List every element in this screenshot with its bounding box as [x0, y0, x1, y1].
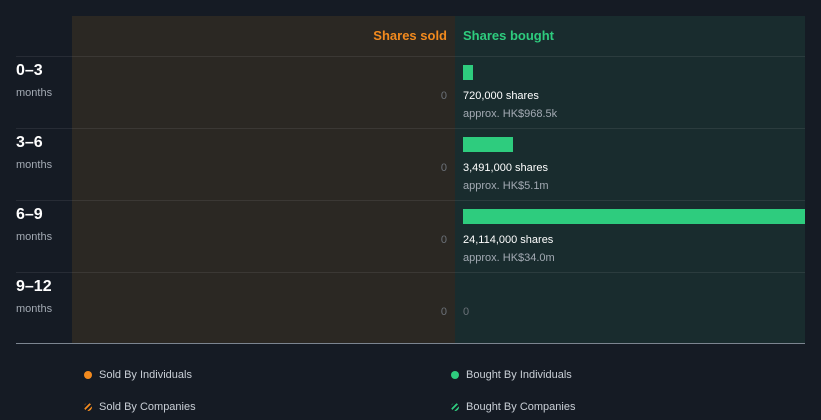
hatched-dot-icon	[451, 403, 459, 411]
legend-sold-by-individuals: Sold By Individuals	[84, 369, 192, 381]
period-row: 3–6 months 0 3,491,000 shares approx. HK…	[0, 129, 821, 201]
legend-sold-by-companies: Sold By Companies	[84, 401, 196, 413]
shares-sold-value: 0	[440, 306, 447, 318]
hatched-dot-icon	[84, 403, 92, 411]
legend-label: Sold By Individuals	[99, 369, 192, 381]
period-label: 6–9	[16, 206, 43, 223]
shares-bought-bar	[463, 137, 513, 152]
shares-sold-value: 0	[440, 90, 447, 102]
shares-bought-label: 24,114,000 shares	[463, 234, 554, 246]
period-unit-label: months	[16, 303, 53, 315]
period-label: 3–6	[16, 134, 43, 151]
legend-bought-by-individuals: Bought By Individuals	[451, 369, 572, 381]
period-row: 9–12 months 0 0	[0, 273, 821, 345]
shares-bought-label: 720,000 shares	[463, 90, 539, 102]
period-label: 9–12	[16, 278, 52, 295]
legend-bought-by-companies: Bought By Companies	[451, 401, 575, 413]
solid-dot-icon	[451, 371, 459, 379]
shares-bought-approx-value: approx. HK$968.5k	[463, 108, 558, 120]
legend-label: Bought By Companies	[466, 401, 576, 413]
period-unit-label: months	[16, 231, 53, 243]
period-label: 0–3	[16, 62, 43, 79]
shares-bought-approx-value: approx. HK$34.0m	[463, 252, 555, 264]
shares-bought-value: 0	[463, 306, 470, 318]
period-unit-label: months	[16, 87, 53, 99]
solid-dot-icon	[84, 371, 92, 379]
shares-bought-bar	[463, 209, 805, 224]
shares-sold-value: 0	[440, 234, 447, 246]
shares-bought-label: 3,491,000 shares	[463, 162, 549, 174]
shares-sold-header: Shares sold	[373, 28, 447, 43]
shares-sold-value: 0	[440, 162, 447, 174]
legend-label: Bought By Individuals	[466, 369, 572, 381]
period-row: 6–9 months 0 24,114,000 shares approx. H…	[0, 201, 821, 273]
legend-label: Sold By Companies	[99, 401, 196, 413]
period-unit-label: months	[16, 159, 53, 171]
shares-bought-bar	[463, 65, 474, 80]
period-row: 0–3 months 0 720,000 shares approx. HK$9…	[0, 57, 821, 129]
shares-bought-header: Shares bought	[463, 28, 555, 43]
shares-bought-approx-value: approx. HK$5.1m	[463, 180, 549, 192]
